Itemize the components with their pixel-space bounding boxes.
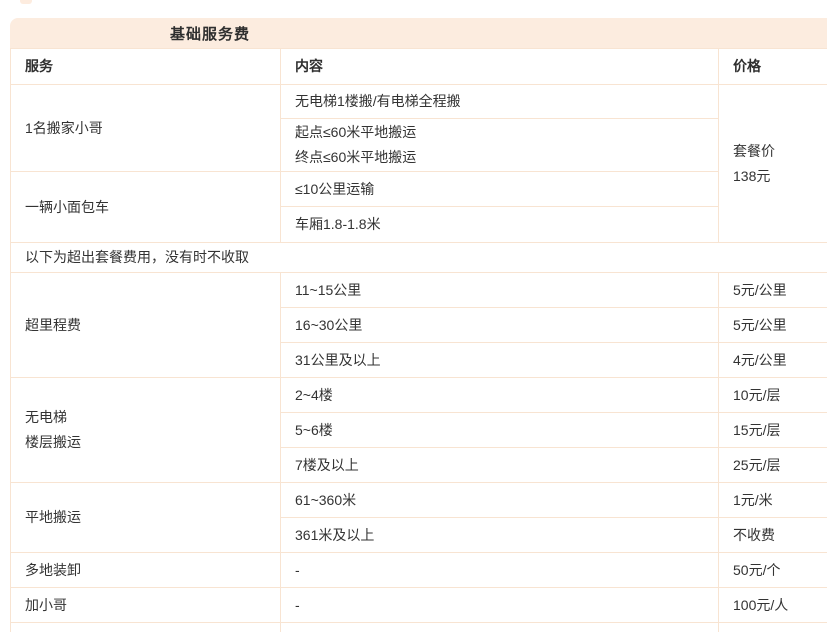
cell-price: 10元/层 bbox=[719, 378, 827, 413]
cell-content: - bbox=[281, 553, 719, 588]
cell-service-ground: 平地搬运 bbox=[11, 483, 281, 553]
cell-content: 61~360米 bbox=[281, 483, 719, 518]
notice-cell: 以下为超出套餐费用，没有时不收取 bbox=[11, 243, 827, 273]
content-start-point: 起点≤60米平地搬运 bbox=[295, 120, 718, 145]
cell-content: 2~4楼 bbox=[281, 378, 719, 413]
table-row: 加小哥 - 100元/人 bbox=[11, 588, 827, 623]
cell-content: - bbox=[281, 588, 719, 623]
cell-content: 5~6楼 bbox=[281, 413, 719, 448]
package-price-label: 套餐价 bbox=[733, 139, 827, 164]
cell-service-unload: 多地装卸 bbox=[11, 553, 281, 588]
table-row: 一辆小面包车 ≤10公里运输 bbox=[11, 172, 827, 207]
floors-name-line1: 无电梯 bbox=[25, 405, 280, 430]
header-row: 服务 内容 价格 bbox=[11, 49, 827, 85]
cell-price: 1元/米 bbox=[719, 483, 827, 518]
notice-row: 以下为超出套餐费用，没有时不收取 bbox=[11, 243, 827, 273]
content-end-point: 终点≤60米平地搬运 bbox=[295, 145, 718, 170]
cell-empty bbox=[11, 623, 281, 632]
package-price-value: 138元 bbox=[733, 164, 827, 189]
page: 基础服务费 服务 内容 价格 1名搬家小哥 无电梯1楼搬/有电梯全程搬 套餐价 … bbox=[0, 0, 827, 632]
cell-service-van: 一辆小面包车 bbox=[11, 172, 281, 243]
col-header-service: 服务 bbox=[11, 49, 281, 85]
cell-price: 50元/个 bbox=[719, 553, 827, 588]
cell-price: 4元/公里 bbox=[719, 343, 827, 378]
cell-content: 11~15公里 bbox=[281, 273, 719, 308]
table-title: 基础服务费 bbox=[170, 23, 250, 44]
cell-content-ground-limits: 起点≤60米平地搬运 终点≤60米平地搬运 bbox=[281, 119, 719, 172]
table-title-bar: 基础服务费 bbox=[10, 18, 827, 48]
cell-content: 16~30公里 bbox=[281, 308, 719, 343]
cell-content-carriage: 车厢1.8-1.8米 bbox=[281, 207, 719, 243]
cell-service-mileage: 超里程费 bbox=[11, 273, 281, 378]
cell-price: 不收费 bbox=[719, 518, 827, 553]
table-row: 平地搬运 61~360米 1元/米 bbox=[11, 483, 827, 518]
cell-price: 5元/公里 bbox=[719, 308, 827, 343]
cell-content: 7楼及以上 bbox=[281, 448, 719, 483]
table-row: 超里程费 11~15公里 5元/公里 bbox=[11, 273, 827, 308]
cell-content-elevator: 无电梯1楼搬/有电梯全程搬 bbox=[281, 85, 719, 119]
cell-price: 5元/公里 bbox=[719, 273, 827, 308]
cell-price: 100元/人 bbox=[719, 588, 827, 623]
cell-service-mover: 1名搬家小哥 bbox=[11, 85, 281, 172]
table-row: 无电梯 楼层搬运 2~4楼 10元/层 bbox=[11, 378, 827, 413]
over-package-notice: 以下为超出套餐费用，没有时不收取 bbox=[25, 245, 249, 270]
col-header-content: 内容 bbox=[281, 49, 719, 85]
cell-content: 31公里及以上 bbox=[281, 343, 719, 378]
cell-service-floors: 无电梯 楼层搬运 bbox=[11, 378, 281, 483]
table-row-partial bbox=[11, 623, 827, 632]
cell-price: 25元/层 bbox=[719, 448, 827, 483]
table-row: 1名搬家小哥 无电梯1楼搬/有电梯全程搬 套餐价 138元 bbox=[11, 85, 827, 119]
base-service-fee-table: 基础服务费 服务 内容 价格 1名搬家小哥 无电梯1楼搬/有电梯全程搬 套餐价 … bbox=[10, 18, 827, 632]
cell-price-package: 套餐价 138元 bbox=[719, 85, 827, 243]
cell-service-worker: 加小哥 bbox=[11, 588, 281, 623]
top-edge-artifact bbox=[20, 0, 32, 4]
col-header-price: 价格 bbox=[719, 49, 827, 85]
cell-content-transport: ≤10公里运输 bbox=[281, 172, 719, 207]
cell-empty bbox=[719, 623, 827, 632]
cell-price: 15元/层 bbox=[719, 413, 827, 448]
floors-name-line2: 楼层搬运 bbox=[25, 430, 280, 455]
cell-empty bbox=[281, 623, 719, 632]
cell-content: 361米及以上 bbox=[281, 518, 719, 553]
fee-table: 服务 内容 价格 1名搬家小哥 无电梯1楼搬/有电梯全程搬 套餐价 138元 起… bbox=[10, 48, 827, 632]
table-row: 多地装卸 - 50元/个 bbox=[11, 553, 827, 588]
